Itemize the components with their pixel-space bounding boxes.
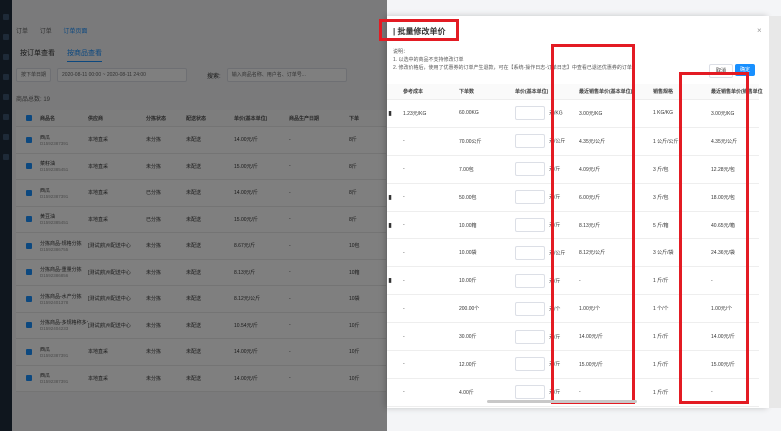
order-qty: 10.00袋 xyxy=(459,250,477,257)
order-qty: 10.00箱 xyxy=(459,222,477,229)
order-qty: 70.00公斤 xyxy=(459,138,482,145)
modal-mask[interactable] xyxy=(0,0,387,431)
order-qty: 50.00包 xyxy=(459,194,477,201)
order-qty: 7.00包 xyxy=(459,166,474,173)
price-input[interactable] xyxy=(515,273,545,288)
price-input[interactable] xyxy=(515,134,545,149)
batch-price-modal: | 批量修改单价 × 说明： 1. 以选中的商品不支持修改订单 2. 修改价格后… xyxy=(379,16,769,408)
price-input[interactable] xyxy=(515,329,545,344)
col-header-qty: 下单数 xyxy=(459,89,475,95)
price-input[interactable] xyxy=(515,385,545,400)
ref-cost: - xyxy=(403,249,405,256)
price-input[interactable] xyxy=(515,245,545,260)
price-input[interactable] xyxy=(515,106,545,121)
price-input[interactable] xyxy=(515,162,545,177)
ref-cost: - xyxy=(403,166,405,173)
col-header-cost: 参考成本 xyxy=(403,89,424,95)
highlight-recent-base-column xyxy=(551,44,635,404)
order-qty: 200.00个 xyxy=(459,306,480,313)
ref-cost: - xyxy=(403,277,405,284)
price-input[interactable] xyxy=(515,218,545,232)
vertical-scrollbar[interactable] xyxy=(769,16,781,408)
price-input[interactable] xyxy=(515,190,545,205)
ref-cost: - xyxy=(403,222,405,228)
modal-title: | 批量修改单价 xyxy=(393,27,446,36)
order-qty: 30.00斤 xyxy=(459,334,477,341)
highlight-recent-sale-column xyxy=(679,72,749,404)
ref-cost: 1.23元/KG xyxy=(403,110,427,117)
close-icon[interactable]: × xyxy=(757,26,762,35)
order-qty: 4.00斤 xyxy=(459,389,474,396)
order-qty: 60.00KG xyxy=(459,110,479,117)
price-input[interactable] xyxy=(515,301,545,316)
ref-cost: - xyxy=(403,138,405,145)
ref-cost: - xyxy=(403,389,405,396)
ref-cost: - xyxy=(403,194,405,201)
ref-cost: - xyxy=(403,305,405,312)
ref-cost: - xyxy=(403,333,405,340)
horizontal-scrollbar[interactable] xyxy=(487,400,637,403)
price-input[interactable] xyxy=(515,357,545,372)
ref-cost: - xyxy=(403,361,405,368)
order-qty: 10.00斤 xyxy=(459,278,477,285)
order-qty: 12.00斤 xyxy=(459,361,477,368)
